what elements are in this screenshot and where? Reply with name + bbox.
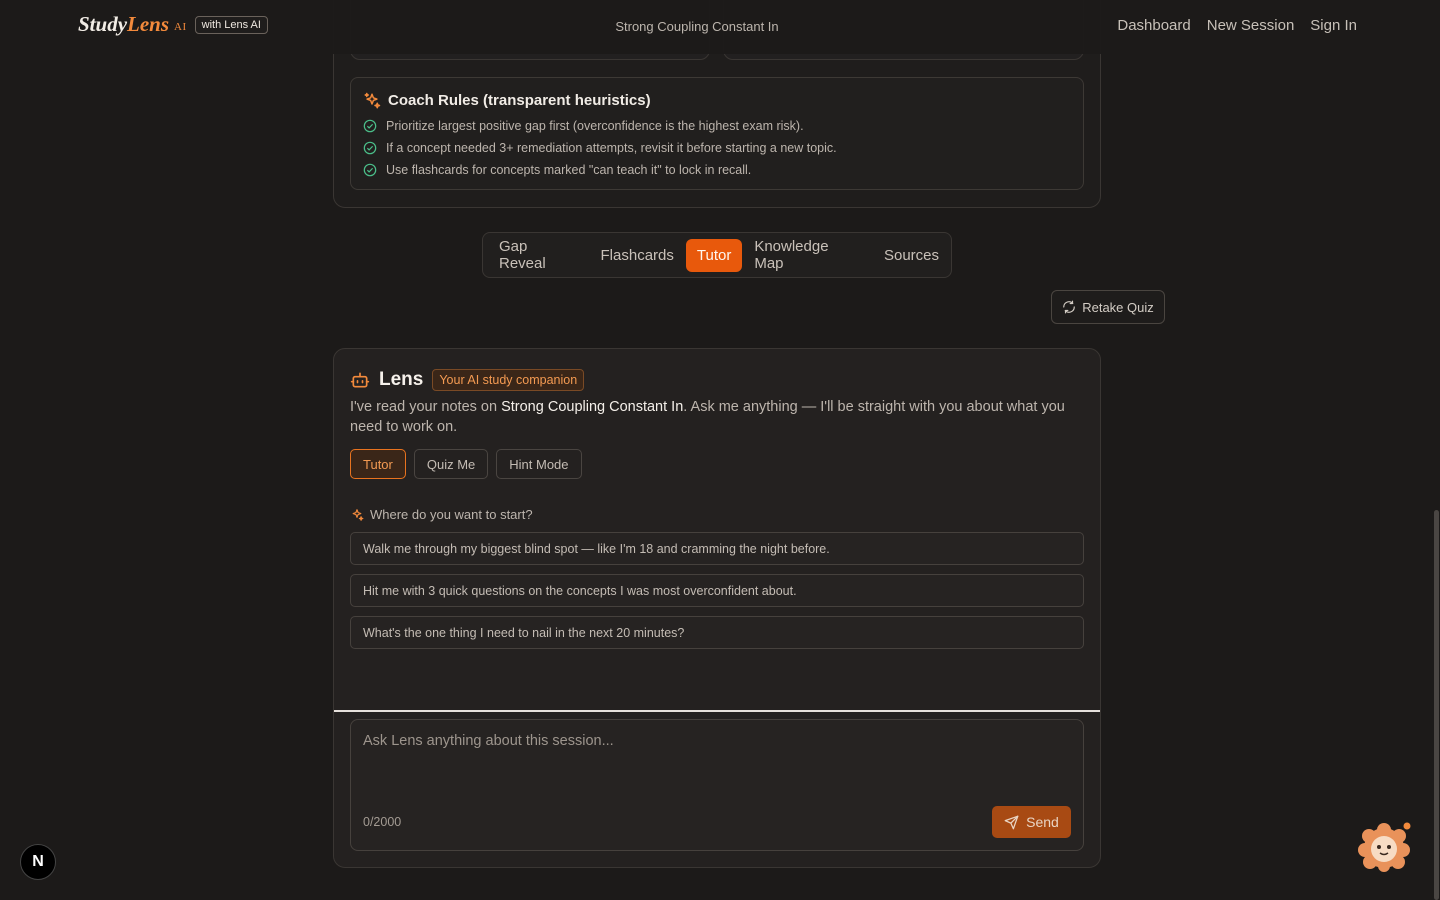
coach-rule-text: If a concept needed 3+ remediation attem… <box>386 141 837 155</box>
chat-divider <box>334 710 1100 712</box>
send-icon <box>1004 815 1019 829</box>
check-circle-icon <box>363 141 377 155</box>
sparkle-icon <box>352 508 364 521</box>
lens-intro-text: I've read your notes on Strong Coupling … <box>350 397 1080 437</box>
tab-tutor[interactable]: Tutor <box>685 238 743 272</box>
lens-header: Lens Your AI study companion <box>350 369 585 391</box>
coach-rule-text: Prioritize largest positive gap first (o… <box>386 119 804 133</box>
nav-dashboard-link[interactable]: Dashboard <box>1117 17 1190 34</box>
tab-knowledge-map[interactable]: Knowledge Map <box>743 230 872 280</box>
chat-input[interactable] <box>351 720 1083 798</box>
page-scrollbar[interactable] <box>1434 510 1439 900</box>
lens-name: Lens <box>379 369 424 390</box>
session-tabs: Gap Reveal Flashcards Tutor Knowledge Ma… <box>482 232 952 278</box>
suggestion-button[interactable]: Walk me through my biggest blind spot — … <box>350 532 1084 565</box>
coach-rules-title: Coach Rules (transparent heuristics) <box>388 92 651 109</box>
retake-quiz-label: Retake Quiz <box>1082 299 1154 315</box>
lens-tutor-card: Lens Your AI study companion I've read y… <box>333 348 1101 868</box>
coach-rule: Use flashcards for concepts marked "can … <box>363 163 751 177</box>
retake-quiz-button[interactable]: Retake Quiz <box>1051 290 1165 324</box>
mode-quiz-me-button[interactable]: Quiz Me <box>413 449 489 479</box>
intro-prefix: I've read your notes on <box>350 399 502 415</box>
intro-topic: Strong Coupling Constant In <box>501 399 684 415</box>
coach-rule-text: Use flashcards for concepts marked "can … <box>386 163 752 177</box>
check-circle-icon <box>363 163 377 177</box>
refresh-icon <box>1063 300 1076 314</box>
check-circle-icon <box>363 119 377 133</box>
sparkle-icon <box>364 92 381 109</box>
suggestion-button[interactable]: What's the one thing I need to nail in t… <box>350 616 1084 649</box>
tab-gap-reveal[interactable]: Gap Reveal <box>488 230 589 280</box>
char-counter: 0/2000 <box>363 815 402 829</box>
start-prompt-text: Where do you want to start? <box>370 507 533 522</box>
tab-sources[interactable]: Sources <box>873 239 950 272</box>
mode-selector: Tutor Quiz Me Hint Mode <box>350 449 582 479</box>
top-navbar: Study Lens AI with Lens AI Strong Couplin… <box>0 0 1440 54</box>
send-button[interactable]: Send <box>992 806 1071 838</box>
send-label: Send <box>1026 814 1059 830</box>
nav-new-session-link[interactable]: New Session <box>1207 17 1295 34</box>
suggestion-button[interactable]: Hit me with 3 quick questions on the con… <box>350 574 1084 607</box>
coach-rule: Prioritize largest positive gap first (o… <box>363 119 804 133</box>
tab-flashcards[interactable]: Flashcards <box>590 239 685 272</box>
coach-rule: If a concept needed 3+ remediation attem… <box>363 141 837 155</box>
mascot-assistant-icon[interactable] <box>1357 822 1411 872</box>
coach-rules-card: Coach Rules (transparent heuristics) Pri… <box>350 77 1084 190</box>
nav-sign-in-link[interactable]: Sign In <box>1310 17 1357 34</box>
next-dev-badge[interactable]: N <box>20 844 56 880</box>
nav-links: Dashboard New Session Sign In <box>1117 17 1357 34</box>
mode-tutor-button[interactable]: Tutor <box>350 449 406 479</box>
mode-hint-button[interactable]: Hint Mode <box>496 449 582 479</box>
bot-icon <box>350 372 370 388</box>
chat-input-box: 0/2000 Send <box>350 719 1084 851</box>
lens-companion-badge: Your AI study companion <box>432 369 585 391</box>
start-prompt: Where do you want to start? <box>350 507 533 522</box>
